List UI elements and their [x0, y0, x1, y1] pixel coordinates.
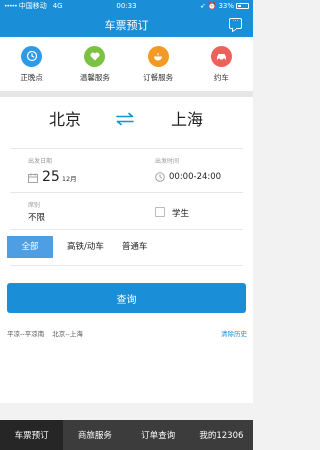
service-item-delay[interactable]: 正晚点 — [2, 45, 62, 83]
message-icon[interactable]: ··· — [229, 18, 242, 29]
bottom-tab-bar: 车票预订 商旅服务 订单查询 我的12306 — [0, 420, 253, 450]
calendar-icon — [28, 173, 38, 183]
bottom-tab-mine[interactable]: 我的12306 — [190, 420, 253, 450]
status-time: 00:33 — [116, 2, 137, 10]
train-type-tabs: 全部 高铁/动车 普通车 — [7, 236, 155, 258]
divider — [10, 265, 243, 266]
from-city[interactable]: 北京 — [49, 106, 81, 130]
date-month: 12月 — [61, 175, 77, 183]
service-label: 温馨服务 — [79, 72, 110, 82]
service-label: 订餐服务 — [143, 72, 174, 82]
clock-icon — [155, 172, 165, 182]
tab-highspeed[interactable]: 高铁/动车 — [59, 236, 112, 258]
date-field[interactable]: 25 12月 — [42, 169, 77, 185]
service-label: 正晚点 — [20, 72, 43, 82]
divider — [10, 148, 243, 149]
status-bar: ••••• 中国移动 4G 00:33 ➶ ⏰ 33% — [0, 0, 253, 12]
bottom-tab-business[interactable]: 商旅服务 — [63, 420, 126, 450]
history-item[interactable]: 平凉--平凉南 — [7, 328, 44, 338]
service-label: 约车 — [213, 72, 229, 82]
car-icon — [210, 45, 232, 67]
page-title: 车票预订 — [104, 18, 149, 32]
query-button[interactable]: 查询 — [7, 283, 246, 313]
tab-regular[interactable]: 普通车 — [114, 236, 156, 258]
student-label: 学生 — [172, 209, 190, 219]
time-label: 出发时间 — [155, 158, 180, 165]
seat-label: 席别 — [28, 202, 41, 209]
clock-icon — [21, 45, 43, 67]
service-row: 正晚点 温馨服务 订餐服务 约车 — [0, 37, 253, 91]
clear-history-link[interactable]: 清除历史 — [221, 328, 247, 338]
divider — [10, 229, 243, 230]
date-label: 出发日期 — [28, 158, 53, 165]
time-field[interactable]: 00:00-24:00 — [169, 172, 221, 182]
swap-icon[interactable] — [114, 112, 136, 126]
service-item-meal[interactable]: 订餐服务 — [128, 45, 188, 83]
meal-icon — [147, 45, 169, 67]
service-item-care[interactable]: 温馨服务 — [65, 45, 125, 83]
history-list: 平凉--平凉南 北京--上海 — [7, 328, 83, 338]
battery-icon — [236, 3, 249, 9]
tab-all[interactable]: 全部 — [7, 236, 53, 258]
to-city[interactable]: 上海 — [171, 106, 203, 130]
bottom-tab-booking[interactable]: 车票预订 — [0, 420, 64, 450]
service-item-car[interactable]: 约车 — [191, 45, 251, 83]
ticket-form: 北京 上海 出发日期 出发时间 25 12月 00:00-24:00 席别 不限… — [0, 97, 253, 403]
nav-bar: 车票预订 ··· — [0, 12, 253, 37]
history-item[interactable]: 北京--上海 — [52, 328, 83, 338]
student-checkbox[interactable] — [155, 207, 165, 217]
seat-field[interactable]: 不限 — [28, 211, 45, 223]
heart-icon — [84, 45, 106, 67]
divider — [10, 192, 243, 193]
date-day: 25 — [42, 169, 60, 185]
bottom-tab-orders[interactable]: 订单查询 — [127, 420, 190, 450]
